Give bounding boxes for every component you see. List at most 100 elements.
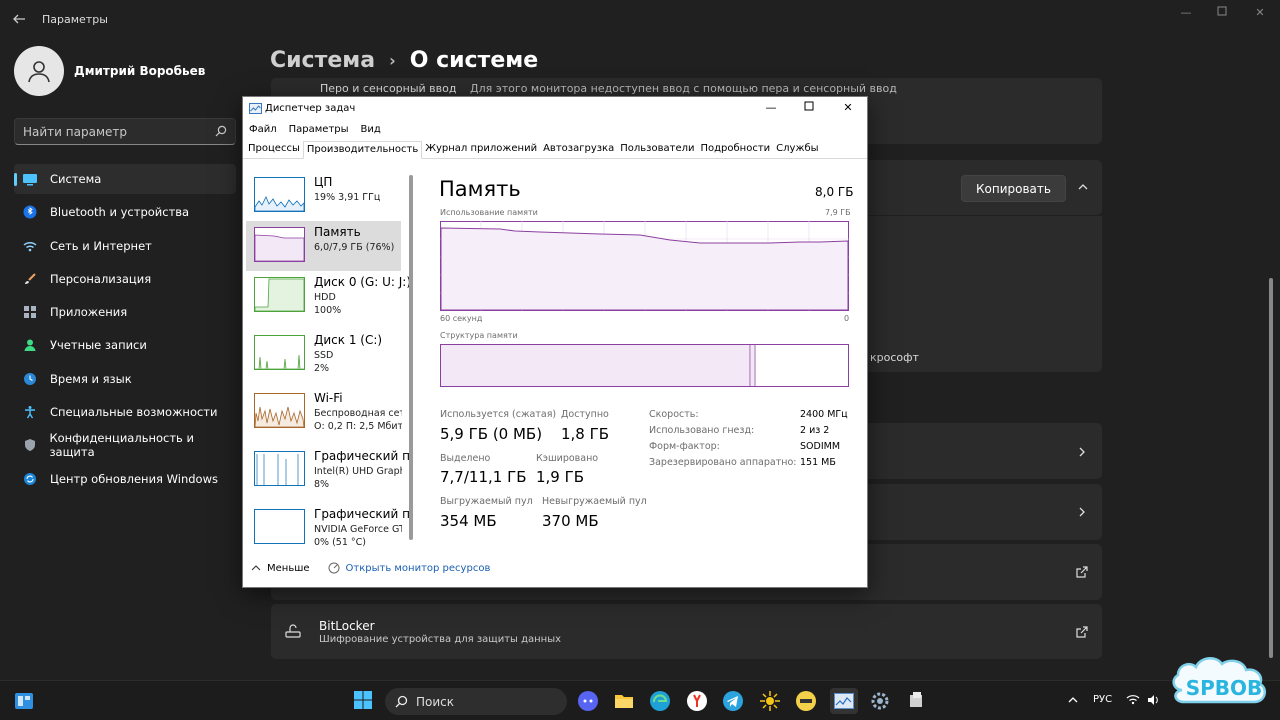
cpu-thumbnail-graph [254, 177, 305, 212]
sidebar-item-windows-update[interactable]: Центр обновления Windows [14, 464, 236, 494]
tm-menu-bar: Файл Параметры Вид [249, 124, 393, 135]
sidebar-item-label: Учетные записи [50, 338, 147, 353]
resource-detail: 6,0/7,9 ГБ (76%) [314, 242, 395, 253]
menu-options[interactable]: Параметры [289, 124, 349, 135]
wifi-icon[interactable] [1126, 693, 1140, 707]
globe-clock-icon [22, 371, 38, 387]
resource-disk-1[interactable]: Диск 1 (C:) SSD 2% [246, 329, 401, 379]
brush-icon [22, 271, 38, 287]
chevron-up-icon[interactable] [251, 564, 261, 572]
telegram-icon[interactable] [722, 690, 744, 712]
resource-detail: HDD [314, 292, 336, 303]
maximize-icon[interactable] [1208, 6, 1236, 22]
start-button-icon[interactable] [353, 690, 373, 710]
tab-processes[interactable]: Процессы [245, 141, 303, 159]
volume-icon[interactable] [1146, 693, 1160, 707]
language-indicator[interactable]: РУС [1093, 694, 1112, 705]
settings-search-input[interactable] [15, 119, 205, 144]
sidebar-item-label: Время и язык [50, 371, 132, 386]
tab-users[interactable]: Пользователи [617, 141, 697, 159]
resource-detail: 0% (51 °C) [314, 537, 366, 547]
settings-scrollbar[interactable] [1269, 278, 1273, 658]
tm-maximize-icon[interactable] [799, 101, 819, 115]
resource-memory[interactable]: Память 6,0/7,9 ГБ (76%) [246, 221, 401, 271]
search-icon[interactable] [215, 125, 227, 137]
external-link-icon[interactable] [1075, 625, 1089, 639]
sidebar-item-accessibility[interactable]: Специальные возможности [14, 397, 236, 427]
resource-gpu-0[interactable]: Графический процессор 0 Intel(R) UHD Gra… [246, 445, 413, 495]
edge-browser-icon[interactable] [649, 690, 671, 712]
sidebar-item-label: Персонализация [50, 271, 152, 286]
sidebar-item-system[interactable]: Система [14, 164, 236, 194]
resource-name: Диск 1 (C:) [314, 333, 383, 347]
breadcrumb: Система › О системе [270, 48, 538, 73]
resource-cpu[interactable]: ЦП 19% 3,91 ГГц [246, 171, 401, 221]
resource-wifi[interactable]: Wi-Fi Беспроводная сеть О: 0,2 П: 2,5 Мб… [246, 387, 402, 437]
resource-name: Память [314, 225, 361, 239]
sidebar-item-personalization[interactable]: Персонализация [14, 264, 236, 294]
settings-search[interactable] [14, 118, 236, 145]
wifi-icon [22, 238, 38, 254]
settings-gear-icon[interactable] [869, 690, 891, 712]
tab-details[interactable]: Подробности [697, 141, 773, 159]
menu-file[interactable]: Файл [249, 124, 277, 135]
widgets-icon[interactable] [14, 691, 34, 711]
committed-label: Выделено [440, 453, 491, 464]
resource-gpu-1[interactable]: Графический процессор 1 NVIDIA GeForce G… [246, 503, 413, 547]
available-value: 1,8 ГБ [561, 425, 610, 443]
shield-icon [22, 437, 37, 453]
person-icon [22, 337, 38, 353]
resource-disk-0[interactable]: Диск 0 (G: U: J:) HDD 100% [246, 271, 411, 321]
memory-structure-label: Структура памяти [440, 331, 518, 340]
file-explorer-icon[interactable] [613, 690, 635, 712]
sidebar-item-network[interactable]: Сеть и Интернет [14, 231, 236, 261]
yandex-browser-icon[interactable] [686, 690, 708, 712]
monitor-icon [22, 171, 38, 187]
tab-services[interactable]: Службы [773, 141, 821, 159]
watermark-text: SPBOB [1186, 676, 1263, 700]
tab-performance[interactable]: Производительность [302, 141, 423, 159]
resource-name: Wi-Fi [314, 391, 343, 405]
sidebar-item-bluetooth[interactable]: Bluetooth и устройства [14, 197, 236, 227]
task-manager-taskbar-button[interactable] [830, 688, 858, 714]
user-icon [28, 61, 50, 83]
sidebar-item-privacy[interactable]: Конфиденциальность и защита [14, 430, 236, 460]
tm-close-icon[interactable]: ✕ [838, 101, 858, 115]
sidebar-item-apps[interactable]: Приложения [14, 297, 236, 327]
discord-icon[interactable] [577, 690, 599, 712]
fewer-details-button[interactable]: Меньше [267, 563, 310, 574]
sun-app-icon[interactable] [759, 690, 781, 712]
disk-1-thumbnail-graph [254, 335, 305, 370]
menu-view[interactable]: Вид [361, 124, 381, 135]
chevron-right-icon[interactable] [1076, 446, 1088, 458]
emblem-app-icon[interactable] [795, 690, 817, 712]
search-icon [395, 695, 408, 708]
chevron-up-icon[interactable] [1076, 180, 1090, 194]
bitlocker-row[interactable] [271, 604, 1102, 659]
close-icon[interactable]: ✕ [1246, 6, 1274, 22]
open-resource-monitor-link[interactable]: Открыть монитор ресурсов [346, 563, 491, 574]
minimize-icon[interactable]: — [1172, 6, 1200, 22]
chevron-right-icon[interactable] [1076, 506, 1088, 518]
tray-expand-icon[interactable] [1066, 693, 1080, 707]
tm-minimize-icon[interactable]: — [761, 101, 781, 115]
sidebar-item-accounts[interactable]: Учетные записи [14, 330, 236, 360]
tab-startup[interactable]: Автозагрузка [540, 141, 617, 159]
resource-detail: 2% [314, 363, 330, 374]
resource-detail: NVIDIA GeForce GTX [314, 524, 402, 535]
external-link-icon[interactable] [1075, 565, 1089, 579]
resource-detail: О: 0,2 П: 2,5 Мбит/с [314, 421, 402, 432]
sidebar-item-label: Bluetooth и устройства [50, 205, 190, 220]
breadcrumb-separator: › [389, 51, 396, 70]
resource-list-scrollbar[interactable] [409, 175, 413, 540]
resource-name: ЦП [314, 175, 333, 189]
task-manager-window: Диспетчер задач — ✕ Файл Параметры Вид П… [242, 96, 868, 588]
sidebar-item-time-language[interactable]: Время и язык [14, 364, 236, 394]
device-app-icon[interactable] [905, 690, 927, 712]
tab-app-history[interactable]: Журнал приложений [422, 141, 540, 159]
copy-button[interactable]: Копировать [961, 175, 1066, 202]
taskbar-search[interactable]: Поиск [385, 688, 567, 715]
user-profile[interactable]: Дмитрий Воробьев [14, 46, 205, 96]
breadcrumb-parent[interactable]: Система [270, 48, 375, 73]
back-arrow-icon[interactable] [12, 12, 28, 28]
